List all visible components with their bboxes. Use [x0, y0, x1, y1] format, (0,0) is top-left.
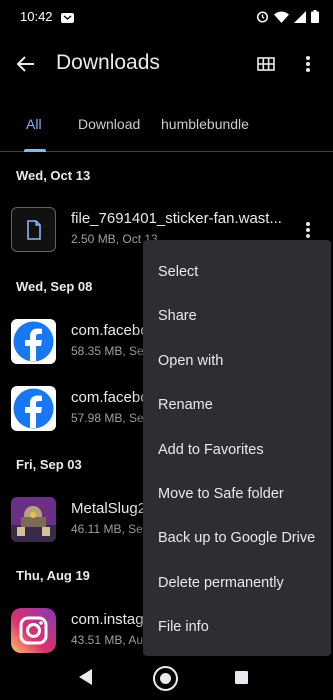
document-icon	[11, 207, 56, 252]
battery-icon	[311, 10, 319, 28]
file-name: com.instag	[71, 611, 144, 628]
wifi-icon	[274, 10, 289, 28]
file-meta: 43.51 MB, Au	[71, 633, 144, 647]
file-meta: 46.11 MB, Se	[71, 522, 143, 536]
menu-item-share[interactable]: Share	[158, 308, 197, 324]
metalslug-icon	[11, 497, 56, 542]
date-header: Fri, Sep 03	[16, 457, 82, 472]
date-header: Wed, Sep 08	[16, 279, 93, 294]
file-name: file_7691401_sticker-fan.wast...	[71, 210, 282, 227]
status-time: 10:42	[20, 9, 53, 24]
date-header: Thu, Aug 19	[16, 568, 90, 583]
more-options-icon[interactable]	[300, 52, 316, 76]
top-app-bar: Downloads	[0, 34, 333, 94]
grid-view-icon[interactable]	[255, 53, 277, 75]
filter-tabs: All Download humblebundle	[0, 96, 333, 152]
back-arrow-icon[interactable]	[14, 52, 38, 76]
facebook-icon	[11, 319, 56, 364]
menu-item-delete-permanently[interactable]: Delete permanently	[158, 575, 284, 591]
nav-back-icon[interactable]	[79, 669, 93, 690]
file-name: com.facebo	[71, 322, 149, 339]
file-meta: 58.35 MB, Se	[71, 344, 144, 358]
tab-humblebundle[interactable]: humblebundle	[161, 116, 249, 132]
downloads-screen: 10:42 Downloads All Download humblebundl…	[0, 0, 333, 700]
instagram-icon	[11, 608, 56, 653]
row-more-options-icon[interactable]	[300, 219, 316, 241]
menu-item-file-info[interactable]: File info	[158, 619, 209, 635]
facebook-icon	[11, 386, 56, 431]
menu-item-rename[interactable]: Rename	[158, 397, 213, 413]
menu-item-open-with[interactable]: Open with	[158, 353, 223, 369]
menu-item-move-to-safe-folder[interactable]: Move to Safe folder	[158, 486, 284, 502]
page-title: Downloads	[56, 51, 160, 74]
tab-all[interactable]: All	[26, 116, 42, 132]
signal-icon	[294, 10, 306, 28]
file-meta: 57.98 MB, Se	[71, 411, 144, 425]
menu-item-back-up-to-google-drive[interactable]: Back up to Google Drive	[158, 530, 315, 546]
date-header: Wed, Oct 13	[16, 168, 91, 183]
tab-download[interactable]: Download	[78, 116, 140, 132]
file-name: MetalSlug2	[71, 500, 147, 517]
nav-recents-icon[interactable]	[235, 671, 248, 684]
file-context-menu: Select Share Open with Rename Add to Fav…	[143, 240, 331, 656]
alarm-icon	[256, 10, 269, 28]
status-bar: 10:42	[0, 0, 333, 34]
nav-home-icon[interactable]	[153, 666, 178, 691]
menu-item-select[interactable]: Select	[158, 264, 198, 280]
tab-selected-indicator	[24, 149, 46, 152]
menu-item-add-to-favorites[interactable]: Add to Favorites	[158, 442, 264, 458]
status-icons	[256, 10, 319, 28]
system-nav-bar	[0, 656, 333, 700]
app-notification-icon	[61, 11, 74, 23]
file-name: com.facebo	[71, 389, 149, 406]
